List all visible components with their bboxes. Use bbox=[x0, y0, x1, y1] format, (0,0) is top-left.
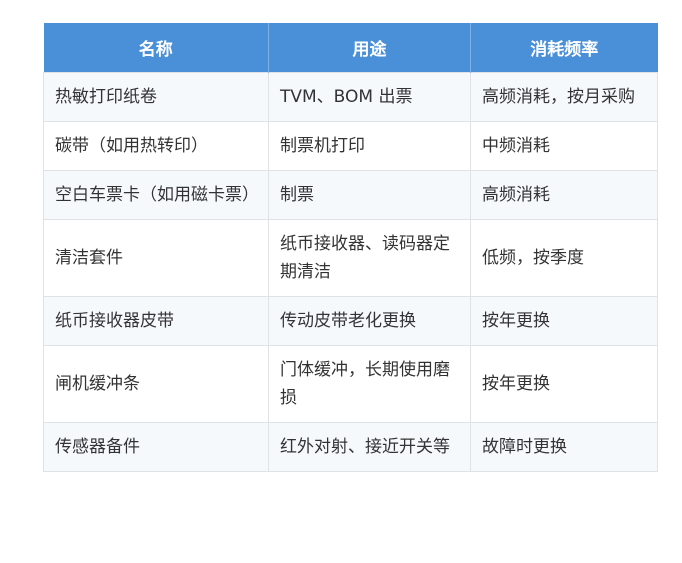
cell-usage: 传动皮带老化更换 bbox=[268, 296, 471, 346]
table-row: 纸币接收器皮带 传动皮带老化更换 按年更换 bbox=[43, 296, 658, 346]
cell-frequency: 低频，按季度 bbox=[470, 219, 658, 297]
cell-frequency: 按年更换 bbox=[470, 296, 658, 346]
header-frequency: 消耗频率 bbox=[470, 23, 658, 73]
cell-usage: 制票 bbox=[268, 170, 471, 220]
cell-usage: 门体缓冲，长期使用磨损 bbox=[268, 345, 471, 423]
header-row: 名称 用途 消耗频率 bbox=[43, 23, 658, 73]
table-row: 传感器备件 红外对射、接近开关等 故障时更换 bbox=[43, 422, 658, 472]
consumables-table-container: 名称 用途 消耗频率 热敏打印纸卷 TVM、BOM 出票 高频消耗，按月采购 碳… bbox=[43, 23, 658, 472]
cell-frequency: 中频消耗 bbox=[470, 121, 658, 171]
table-body: 热敏打印纸卷 TVM、BOM 出票 高频消耗，按月采购 碳带（如用热转印） 制票… bbox=[43, 72, 658, 472]
cell-name: 碳带（如用热转印） bbox=[43, 121, 269, 171]
cell-frequency: 高频消耗 bbox=[470, 170, 658, 220]
cell-name: 传感器备件 bbox=[43, 422, 269, 472]
consumables-table: 名称 用途 消耗频率 热敏打印纸卷 TVM、BOM 出票 高频消耗，按月采购 碳… bbox=[43, 23, 658, 472]
table-row: 清洁套件 纸币接收器、读码器定期清洁 低频，按季度 bbox=[43, 219, 658, 297]
cell-name: 闸机缓冲条 bbox=[43, 345, 269, 423]
cell-usage: 制票机打印 bbox=[268, 121, 471, 171]
header-name: 名称 bbox=[43, 23, 269, 73]
table-row: 空白车票卡（如用磁卡票） 制票 高频消耗 bbox=[43, 170, 658, 220]
cell-frequency: 按年更换 bbox=[470, 345, 658, 423]
header-usage: 用途 bbox=[268, 23, 471, 73]
cell-name: 空白车票卡（如用磁卡票） bbox=[43, 170, 269, 220]
cell-name: 清洁套件 bbox=[43, 219, 269, 297]
cell-name: 热敏打印纸卷 bbox=[43, 72, 269, 122]
cell-usage: 纸币接收器、读码器定期清洁 bbox=[268, 219, 471, 297]
table-row: 碳带（如用热转印） 制票机打印 中频消耗 bbox=[43, 121, 658, 171]
table-row: 闸机缓冲条 门体缓冲，长期使用磨损 按年更换 bbox=[43, 345, 658, 423]
cell-name: 纸币接收器皮带 bbox=[43, 296, 269, 346]
cell-frequency: 高频消耗，按月采购 bbox=[470, 72, 658, 122]
cell-frequency: 故障时更换 bbox=[470, 422, 658, 472]
cell-usage: 红外对射、接近开关等 bbox=[268, 422, 471, 472]
cell-usage: TVM、BOM 出票 bbox=[268, 72, 471, 122]
table-row: 热敏打印纸卷 TVM、BOM 出票 高频消耗，按月采购 bbox=[43, 72, 658, 122]
table-header: 名称 用途 消耗频率 bbox=[43, 23, 658, 73]
